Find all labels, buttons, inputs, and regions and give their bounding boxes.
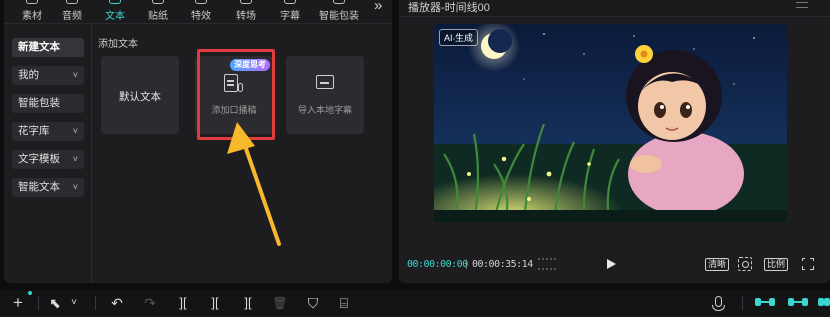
split-icon[interactable]: ][ [175, 294, 191, 312]
default-text-card[interactable]: 默认文本 [101, 56, 179, 134]
tab-audio[interactable]: 音频 [50, 0, 94, 24]
audio-icon [66, 0, 78, 4]
import-local-subtitle-card[interactable]: 导入本地字幕 [286, 56, 364, 134]
smart-packaging-icon [333, 0, 345, 4]
current-time: 00:00:00:00 [407, 259, 468, 270]
app-window: 素材 音频 文本 贴纸 特效 转场 字幕 智能包装 » 新建文本 我的 ˅ 智能… [0, 0, 830, 317]
chevron-down-icon: ˅ [72, 154, 78, 164]
sticker-icon [152, 0, 164, 4]
tab-subtitle[interactable]: 字幕 [268, 0, 312, 24]
sidebar-item-smart-text[interactable]: 智能文本 ˅ [12, 178, 84, 197]
chevron-down-icon: ˅ [72, 126, 78, 136]
shield-icon[interactable]: ⛉ [305, 294, 321, 312]
split-left-icon[interactable]: ][ [207, 294, 223, 312]
link-clip-icon[interactable] [818, 297, 830, 307]
video-preview[interactable] [434, 24, 787, 222]
category-tabbar: 素材 音频 文本 贴纸 特效 转场 字幕 智能包装 » [4, 0, 392, 24]
play-icon[interactable] [607, 259, 616, 269]
tab-text[interactable]: 文本 [93, 0, 137, 24]
undo-icon[interactable]: ↶ [110, 294, 124, 312]
sidebar-item-smart-packaging[interactable]: 智能包装 [12, 94, 84, 113]
timeline-toolbar: + ⬉ ˅ ↶ ↷ ][ ][ ][ 🗑 ⛉ ⌸ [0, 290, 830, 317]
focus-icon[interactable] [738, 257, 752, 271]
fullscreen-icon[interactable] [800, 256, 814, 270]
caption-icon[interactable]: ⌸ [336, 294, 352, 312]
player-panel: 播放器-时间线00 AI 生成 [399, 0, 830, 283]
annotation-arrow-icon [227, 122, 281, 246]
folder-icon [316, 75, 334, 89]
snap-icon[interactable] [788, 297, 808, 307]
toolbar-divider [742, 296, 743, 310]
material-icon [26, 0, 38, 4]
effects-icon [195, 0, 207, 4]
sidebar-item-mine[interactable]: 我的 ˅ [12, 66, 84, 85]
quality-button[interactable]: 清晰 [705, 258, 730, 271]
tab-smart-packaging[interactable]: 智能包装 [312, 0, 366, 24]
menu-icon[interactable] [796, 2, 808, 8]
split-right-icon[interactable]: ][ [240, 294, 256, 312]
time-separator: | [465, 259, 468, 270]
text-icon [109, 0, 121, 4]
redo-icon[interactable]: ↷ [143, 294, 157, 312]
chevron-down-icon: ˅ [72, 70, 78, 80]
notification-dot [28, 291, 32, 295]
subtitle-icon [284, 0, 296, 4]
sidebar-item-text-template[interactable]: 文字模板 ˅ [12, 150, 84, 169]
text-sidebar: 新建文本 我的 ˅ 智能包装 花字库 ˅ 文字模板 ˅ 智能文本 ˅ [4, 24, 92, 283]
total-time: 00:00:35:14 [472, 259, 533, 270]
mic-icon[interactable] [712, 296, 725, 311]
tab-transition[interactable]: 转场 [224, 0, 268, 24]
select-cursor-icon[interactable]: ⬉ [48, 294, 62, 312]
ai-generated-tag: AI 生成 [439, 29, 479, 46]
chevron-down-icon: ˅ [72, 182, 78, 192]
add-icon[interactable]: + [10, 294, 26, 312]
ratio-button[interactable]: 比例 [764, 258, 789, 271]
delete-icon[interactable]: 🗑 [272, 294, 288, 312]
player-title: 播放器-时间线00 [408, 2, 490, 14]
sidebar-item-new-text[interactable]: 新建文本 [12, 38, 84, 57]
link-track-icon[interactable] [755, 297, 775, 307]
chevron-down-icon[interactable]: ˅ [69, 294, 79, 312]
toolbar-divider [38, 296, 39, 310]
sidebar-item-flower-text[interactable]: 花字库 ˅ [12, 122, 84, 141]
tab-material[interactable]: 素材 [10, 0, 54, 24]
text-panel: 素材 音频 文本 贴纸 特效 转场 字幕 智能包装 » 新建文本 我的 ˅ 智能… [4, 0, 392, 283]
toolbar-divider [95, 296, 96, 310]
timeline-grid-icon[interactable] [538, 258, 556, 270]
section-title: 添加文本 [98, 39, 138, 50]
more-tabs-icon[interactable]: » [374, 0, 382, 14]
transition-icon [240, 0, 252, 4]
tab-sticker[interactable]: 贴纸 [136, 0, 180, 24]
tab-effects[interactable]: 特效 [179, 0, 223, 24]
